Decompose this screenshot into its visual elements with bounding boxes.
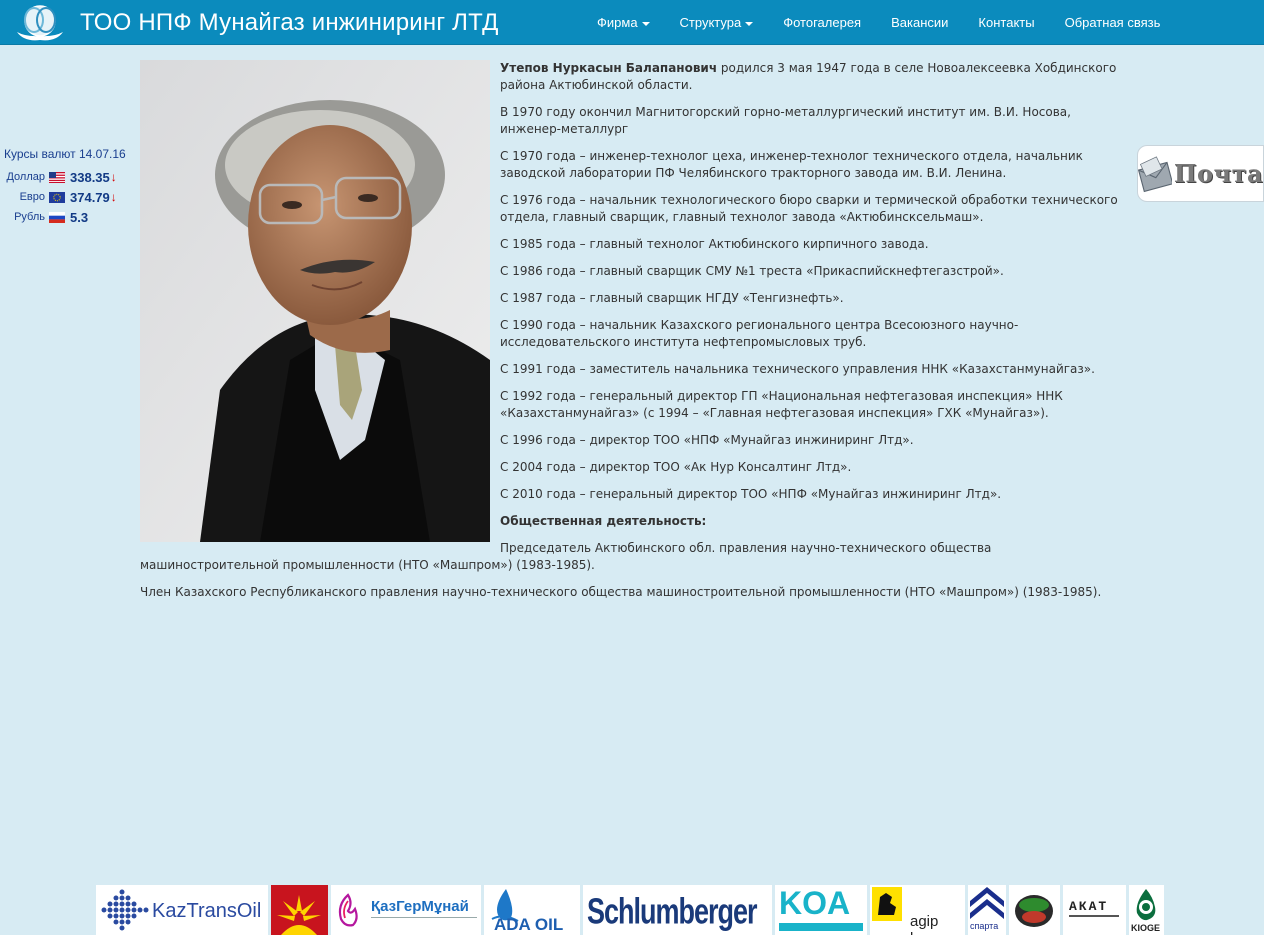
nav-feedback-label: Обратная связь — [1064, 15, 1161, 30]
kaztransoil-text: KazTransOil — [152, 900, 262, 922]
schlumberger-text: Schlumberger — [587, 891, 758, 932]
public-activity-item: Член Казахского Республиканского правлен… — [140, 585, 1102, 599]
akat-logo[interactable]: АКАТ — [1063, 885, 1126, 935]
kazgermunai-text: ҚазГерМұнай — [371, 898, 469, 915]
kaztransoil-logo[interactable]: KazTransOil — [96, 885, 268, 935]
public-activity-item: Председатель Актюбинского обл. правления… — [140, 541, 992, 572]
nav-photogallery[interactable]: Фотогалерея — [768, 0, 876, 45]
mail-label: Почта — [1173, 159, 1263, 188]
caret-down-icon — [641, 21, 650, 26]
nav-photogallery-label: Фотогалерея — [783, 15, 862, 30]
cnpc-logo[interactable] — [271, 885, 328, 935]
eni-agip-kco-logo[interactable]: agip kco — [870, 885, 965, 935]
eu-flag-icon — [49, 191, 65, 203]
cnpc-sun-icon — [271, 885, 328, 935]
ru-flag-icon — [49, 211, 65, 223]
rate-value: 5.3 — [70, 209, 89, 225]
rate-row: Доллар 338.35 ↓ — [4, 167, 134, 187]
us-flag-icon — [49, 171, 65, 183]
photo-placeholder — [140, 60, 490, 542]
nav-vacancies-label: Вакансии — [891, 15, 949, 30]
schlumberger-logo[interactable]: Schlumberger — [583, 885, 772, 935]
sparta-text: спарта — [970, 921, 999, 931]
brand-title: ТОО НПФ Мунайгаз инжиниринг ЛТД — [80, 9, 499, 36]
agip-kco-text: agip kco — [910, 913, 939, 935]
rate-label: Рубль — [14, 211, 45, 223]
sparta-logo[interactable]: спарта — [968, 885, 1006, 935]
kazgermunai-underline — [371, 917, 477, 925]
nav-feedback[interactable]: Обратная связь — [1050, 0, 1176, 45]
round-logo[interactable] — [1009, 885, 1060, 935]
main-nav: Фирма Структура Фотогалерея Вакансии Кон… — [582, 0, 1175, 45]
koa-caption-bar — [779, 923, 863, 931]
kazgermunai-logo[interactable]: ҚазГерМұнай — [331, 885, 481, 935]
company-logo-icon — [17, 5, 63, 41]
nav-vacancies[interactable]: Вакансии — [876, 0, 963, 45]
partner-logos: KazTransOil ҚазГерМұнай ADA OIL Schlumbe… — [96, 885, 1167, 935]
down-arrow-icon: ↓ — [110, 190, 117, 204]
nav-structure[interactable]: Структура — [665, 0, 769, 45]
brand[interactable]: ТОО НПФ Мунайгаз инжиниринг ЛТД — [14, 2, 499, 44]
nav-contacts-label: Контакты — [978, 15, 1035, 30]
public-activity-heading-text: Общественная деятельность: — [500, 514, 707, 528]
currency-rates: Курсы валют 14.07.16 Доллар 338.35 ↓ Евр… — [4, 147, 134, 227]
rate-value: 338.35 — [70, 169, 110, 185]
round-emblem-icon — [1015, 895, 1053, 927]
kioge-logo[interactable]: KIOGE — [1129, 885, 1164, 935]
mail-button[interactable]: Почта — [1137, 145, 1264, 202]
nav-firma-label: Фирма — [597, 15, 638, 30]
kioge-text: KIOGE — [1131, 923, 1161, 933]
caret-down-icon — [745, 21, 754, 26]
rate-row: Евро 374.79 ↓ — [4, 187, 134, 207]
ada-oil-text: ADA OIL — [494, 915, 564, 934]
biography-content: Утепов Нуркасын Балапанович родился 3 ма… — [140, 60, 1130, 611]
rate-row: Рубль 5.3 — [4, 207, 134, 227]
akat-text: АКАТ — [1069, 899, 1109, 914]
person-name: Утепов Нуркасын Балапанович — [500, 61, 718, 75]
koa-text: KOA — [779, 885, 851, 921]
kazgermunai-flame-icon — [338, 893, 358, 927]
rate-label: Доллар — [6, 171, 45, 183]
rate-value: 374.79 — [70, 189, 110, 205]
kazakhoil-aktobe-logo[interactable]: KOA — [775, 885, 867, 935]
top-navbar: ТОО НПФ Мунайгаз инжиниринг ЛТД Фирма Ст… — [0, 0, 1264, 45]
rate-label: Евро — [19, 191, 45, 203]
down-arrow-icon: ↓ — [110, 170, 117, 184]
ada-oil-logo[interactable]: ADA OIL — [484, 885, 580, 935]
nav-firma[interactable]: Фирма — [582, 0, 665, 45]
eni-dog-icon — [872, 887, 902, 921]
nav-structure-label: Структура — [679, 15, 742, 30]
nav-contacts[interactable]: Контакты — [963, 0, 1049, 45]
rates-title: Курсы валют 14.07.16 — [4, 147, 126, 161]
envelope-icon — [1138, 155, 1172, 192]
akat-underline — [1069, 915, 1119, 917]
